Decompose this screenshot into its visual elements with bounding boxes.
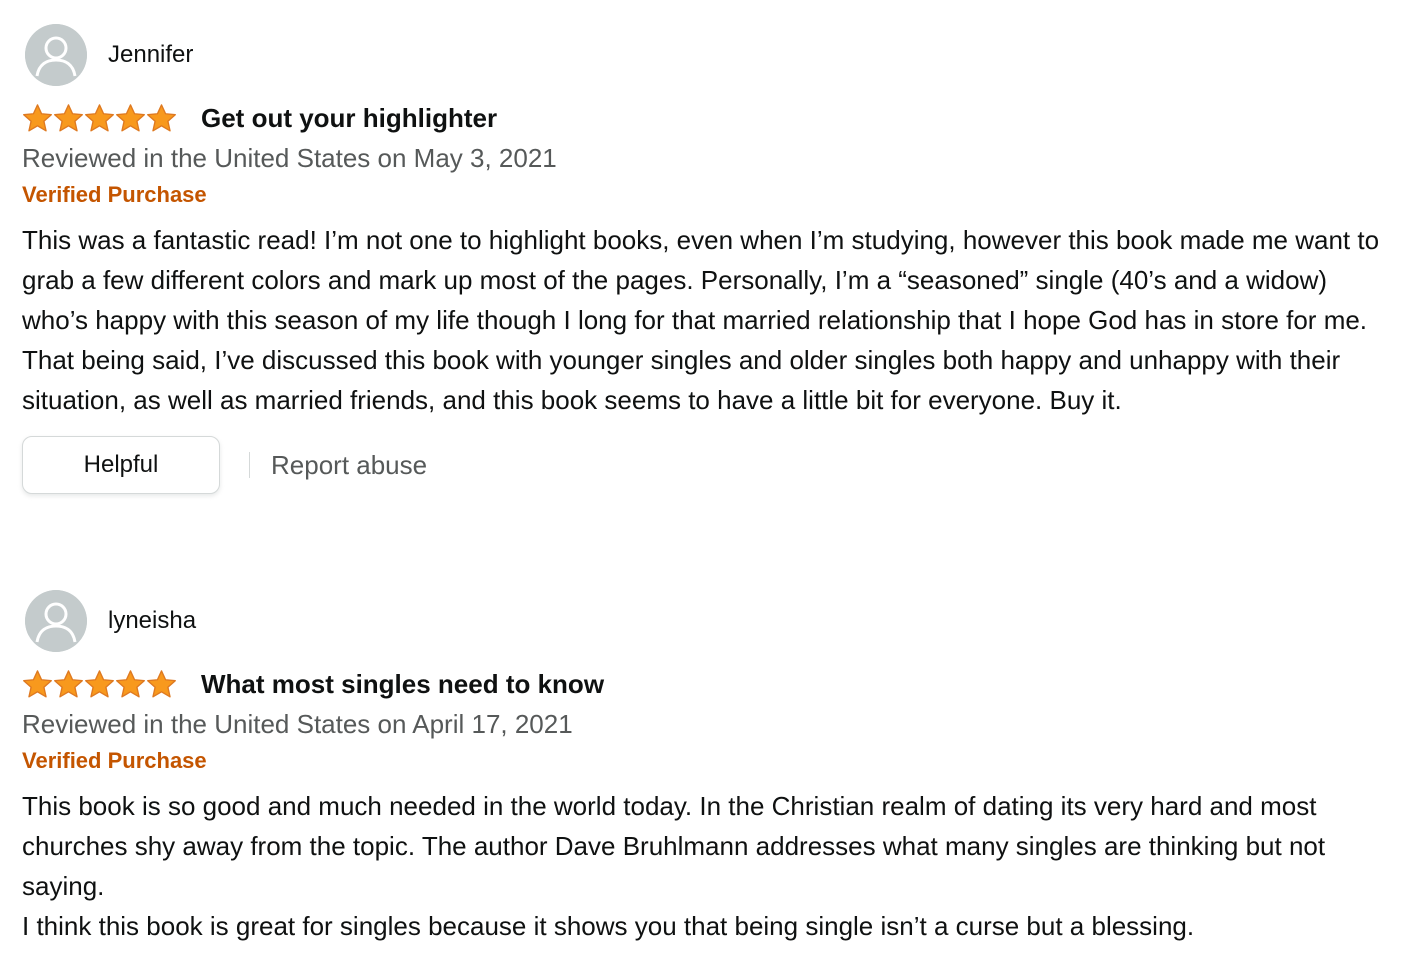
review-card: Jennifer Get out your highlighter Review… (22, 24, 1388, 494)
review-date: Reviewed in the United States on April 1… (22, 709, 573, 739)
default-profile-icon (25, 590, 87, 652)
star-rating[interactable] (22, 669, 180, 699)
star-filled-icon (84, 669, 115, 699)
reviewer-profile[interactable]: Jennifer (22, 24, 1388, 86)
review-title[interactable]: What most singles need to know (201, 669, 604, 700)
review-title-row: Get out your highlighter (22, 100, 1388, 136)
review-paragraph: This book is so good and much needed in … (22, 791, 1326, 901)
verified-purchase-badge[interactable]: Verified Purchase (22, 746, 1388, 776)
reviewer-name[interactable]: lyneisha (108, 607, 196, 635)
star-filled-icon (146, 103, 177, 133)
star-filled-icon (115, 669, 146, 699)
review-paragraph: This was a fantastic read! I’m not one t… (22, 225, 1380, 415)
review-card: lyneisha What most singles need to know … (22, 590, 1388, 946)
reviewer-profile[interactable]: lyneisha (22, 590, 1388, 652)
action-divider (249, 452, 250, 478)
star-filled-icon (115, 103, 146, 133)
review-date: Reviewed in the United States on May 3, … (22, 143, 557, 173)
review-paragraph: I think this book is great for singles b… (22, 911, 1195, 941)
review-title[interactable]: Get out your highlighter (201, 103, 497, 134)
star-filled-icon (146, 669, 177, 699)
default-profile-icon (25, 24, 87, 86)
review-body: This was a fantastic read! I’m not one t… (22, 220, 1388, 420)
star-filled-icon (22, 103, 53, 133)
report-abuse-link[interactable]: Report abuse (271, 450, 427, 481)
star-filled-icon (53, 669, 84, 699)
review-actions: Helpful Report abuse (22, 436, 1388, 494)
helpful-button[interactable]: Helpful (22, 436, 220, 494)
verified-purchase-badge[interactable]: Verified Purchase (22, 180, 1388, 210)
review-title-row: What most singles need to know (22, 666, 1388, 702)
reviewer-name[interactable]: Jennifer (108, 41, 193, 69)
star-filled-icon (84, 103, 115, 133)
star-filled-icon (22, 669, 53, 699)
review-body: This book is so good and much needed in … (22, 786, 1388, 946)
star-filled-icon (53, 103, 84, 133)
star-rating[interactable] (22, 103, 180, 133)
